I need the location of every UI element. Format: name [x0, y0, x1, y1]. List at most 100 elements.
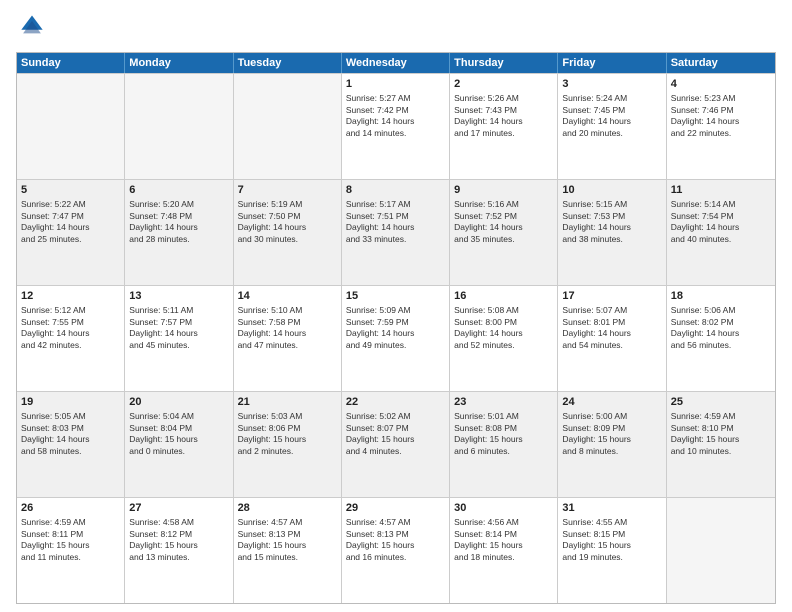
calendar-cell: 7 Sunrise: 5:19 AM Sunset: 7:50 PM Daylig… [234, 180, 342, 285]
weekday-header: Tuesday [234, 53, 342, 73]
calendar-body: 1Sunrise: 5:27 AM Sunset: 7:42 PM Daylig… [17, 73, 775, 603]
cell-text: Sunrise: 4:55 AM Sunset: 8:15 PM Dayligh… [562, 517, 661, 563]
day-number: 25 [671, 395, 771, 409]
day-number: 6 [129, 183, 228, 197]
calendar-row: 19Sunrise: 5:05 AM Sunset: 8:03 PM Dayli… [17, 391, 775, 497]
calendar-row: 1Sunrise: 5:27 AM Sunset: 7:42 PM Daylig… [17, 73, 775, 179]
cell-text: Sunrise: 4:59 AM Sunset: 8:11 PM Dayligh… [21, 517, 120, 563]
day-number: 4 [671, 77, 771, 91]
day-number: 8 [346, 183, 445, 197]
calendar-row: 26 Sunrise: 4:59 AM Sunset: 8:11 PM Dayli… [17, 497, 775, 603]
day-number: 14 [238, 289, 337, 303]
day-number: 10 [562, 183, 661, 197]
calendar-cell: 9Sunrise: 5:16 AM Sunset: 7:52 PM Daylig… [450, 180, 558, 285]
cell-text: Sunrise: 5:11 AM Sunset: 7:57 PM Dayligh… [129, 305, 228, 351]
calendar-cell: 26 Sunrise: 4:59 AM Sunset: 8:11 PM Dayli… [17, 498, 125, 603]
cell-text: Sunrise: 5:19 AM Sunset: 7:50 PM Dayligh… [238, 199, 337, 245]
calendar-cell: 8 Sunrise: 5:17 AM Sunset: 7:51 PM Daylig… [342, 180, 450, 285]
calendar-cell: 24Sunrise: 5:00 AM Sunset: 8:09 PM Dayli… [558, 392, 666, 497]
calendar-cell [125, 74, 233, 179]
cell-text: Sunrise: 4:57 AM Sunset: 8:13 PM Dayligh… [346, 517, 445, 563]
logo-icon [16, 12, 48, 44]
calendar-cell: 16 Sunrise: 5:08 AM Sunset: 8:00 PM Dayli… [450, 286, 558, 391]
weekday-header: Thursday [450, 53, 558, 73]
cell-text: Sunrise: 5:17 AM Sunset: 7:51 PM Dayligh… [346, 199, 445, 245]
cell-text: Sunrise: 5:20 AM Sunset: 7:48 PM Dayligh… [129, 199, 228, 245]
day-number: 30 [454, 501, 553, 515]
cell-text: Sunrise: 5:05 AM Sunset: 8:03 PM Dayligh… [21, 411, 120, 457]
calendar-cell: 10Sunrise: 5:15 AM Sunset: 7:53 PM Dayli… [558, 180, 666, 285]
calendar-cell: 3Sunrise: 5:24 AM Sunset: 7:45 PM Daylig… [558, 74, 666, 179]
weekday-header: Wednesday [342, 53, 450, 73]
calendar-cell: 6 Sunrise: 5:20 AM Sunset: 7:48 PM Daylig… [125, 180, 233, 285]
calendar-cell: 18 Sunrise: 5:06 AM Sunset: 8:02 PM Dayli… [667, 286, 775, 391]
cell-text: Sunrise: 5:27 AM Sunset: 7:42 PM Dayligh… [346, 93, 445, 139]
day-number: 21 [238, 395, 337, 409]
day-number: 17 [562, 289, 661, 303]
calendar-cell [234, 74, 342, 179]
logo [16, 12, 52, 44]
cell-text: Sunrise: 5:10 AM Sunset: 7:58 PM Dayligh… [238, 305, 337, 351]
cell-text: Sunrise: 5:16 AM Sunset: 7:52 PM Dayligh… [454, 199, 553, 245]
weekday-header: Saturday [667, 53, 775, 73]
cell-text: Sunrise: 5:23 AM Sunset: 7:46 PM Dayligh… [671, 93, 771, 139]
cell-text: Sunrise: 5:06 AM Sunset: 8:02 PM Dayligh… [671, 305, 771, 351]
day-number: 11 [671, 183, 771, 197]
weekday-header: Friday [558, 53, 666, 73]
cell-text: Sunrise: 5:09 AM Sunset: 7:59 PM Dayligh… [346, 305, 445, 351]
cell-text: Sunrise: 5:03 AM Sunset: 8:06 PM Dayligh… [238, 411, 337, 457]
calendar-cell: 20Sunrise: 5:04 AM Sunset: 8:04 PM Dayli… [125, 392, 233, 497]
day-number: 12 [21, 289, 120, 303]
cell-text: Sunrise: 5:02 AM Sunset: 8:07 PM Dayligh… [346, 411, 445, 457]
calendar-cell: 1Sunrise: 5:27 AM Sunset: 7:42 PM Daylig… [342, 74, 450, 179]
cell-text: Sunrise: 5:12 AM Sunset: 7:55 PM Dayligh… [21, 305, 120, 351]
cell-text: Sunrise: 5:14 AM Sunset: 7:54 PM Dayligh… [671, 199, 771, 245]
calendar: SundayMondayTuesdayWednesdayThursdayFrid… [16, 52, 776, 604]
calendar-cell: 22 Sunrise: 5:02 AM Sunset: 8:07 PM Dayli… [342, 392, 450, 497]
day-number: 26 [21, 501, 120, 515]
calendar-row: 5 Sunrise: 5:22 AM Sunset: 7:47 PM Daylig… [17, 179, 775, 285]
calendar-cell: 11 Sunrise: 5:14 AM Sunset: 7:54 PM Dayli… [667, 180, 775, 285]
day-number: 2 [454, 77, 553, 91]
day-number: 7 [238, 183, 337, 197]
day-number: 23 [454, 395, 553, 409]
day-number: 15 [346, 289, 445, 303]
cell-text: Sunrise: 5:08 AM Sunset: 8:00 PM Dayligh… [454, 305, 553, 351]
calendar-cell [667, 498, 775, 603]
cell-text: Sunrise: 5:26 AM Sunset: 7:43 PM Dayligh… [454, 93, 553, 139]
calendar-cell: 13Sunrise: 5:11 AM Sunset: 7:57 PM Dayli… [125, 286, 233, 391]
weekday-header: Sunday [17, 53, 125, 73]
calendar-header: SundayMondayTuesdayWednesdayThursdayFrid… [17, 53, 775, 73]
page: SundayMondayTuesdayWednesdayThursdayFrid… [0, 0, 792, 612]
calendar-cell: 4 Sunrise: 5:23 AM Sunset: 7:46 PM Daylig… [667, 74, 775, 179]
weekday-header: Monday [125, 53, 233, 73]
header [16, 12, 776, 44]
calendar-cell: 27Sunrise: 4:58 AM Sunset: 8:12 PM Dayli… [125, 498, 233, 603]
calendar-cell: 5 Sunrise: 5:22 AM Sunset: 7:47 PM Daylig… [17, 180, 125, 285]
calendar-cell: 19Sunrise: 5:05 AM Sunset: 8:03 PM Dayli… [17, 392, 125, 497]
calendar-cell: 15 Sunrise: 5:09 AM Sunset: 7:59 PM Dayli… [342, 286, 450, 391]
day-number: 18 [671, 289, 771, 303]
day-number: 3 [562, 77, 661, 91]
day-number: 29 [346, 501, 445, 515]
calendar-cell: 23 Sunrise: 5:01 AM Sunset: 8:08 PM Dayli… [450, 392, 558, 497]
day-number: 20 [129, 395, 228, 409]
day-number: 5 [21, 183, 120, 197]
calendar-cell: 31Sunrise: 4:55 AM Sunset: 8:15 PM Dayli… [558, 498, 666, 603]
calendar-cell: 21 Sunrise: 5:03 AM Sunset: 8:06 PM Dayli… [234, 392, 342, 497]
day-number: 22 [346, 395, 445, 409]
day-number: 28 [238, 501, 337, 515]
cell-text: Sunrise: 4:58 AM Sunset: 8:12 PM Dayligh… [129, 517, 228, 563]
calendar-cell [17, 74, 125, 179]
cell-text: Sunrise: 4:56 AM Sunset: 8:14 PM Dayligh… [454, 517, 553, 563]
calendar-row: 12 Sunrise: 5:12 AM Sunset: 7:55 PM Dayli… [17, 285, 775, 391]
day-number: 24 [562, 395, 661, 409]
cell-text: Sunrise: 5:22 AM Sunset: 7:47 PM Dayligh… [21, 199, 120, 245]
calendar-cell: 29 Sunrise: 4:57 AM Sunset: 8:13 PM Dayli… [342, 498, 450, 603]
cell-text: Sunrise: 5:01 AM Sunset: 8:08 PM Dayligh… [454, 411, 553, 457]
calendar-cell: 2 Sunrise: 5:26 AM Sunset: 7:43 PM Daylig… [450, 74, 558, 179]
calendar-cell: 30 Sunrise: 4:56 AM Sunset: 8:14 PM Dayli… [450, 498, 558, 603]
day-number: 16 [454, 289, 553, 303]
calendar-cell: 25Sunrise: 4:59 AM Sunset: 8:10 PM Dayli… [667, 392, 775, 497]
calendar-cell: 17Sunrise: 5:07 AM Sunset: 8:01 PM Dayli… [558, 286, 666, 391]
